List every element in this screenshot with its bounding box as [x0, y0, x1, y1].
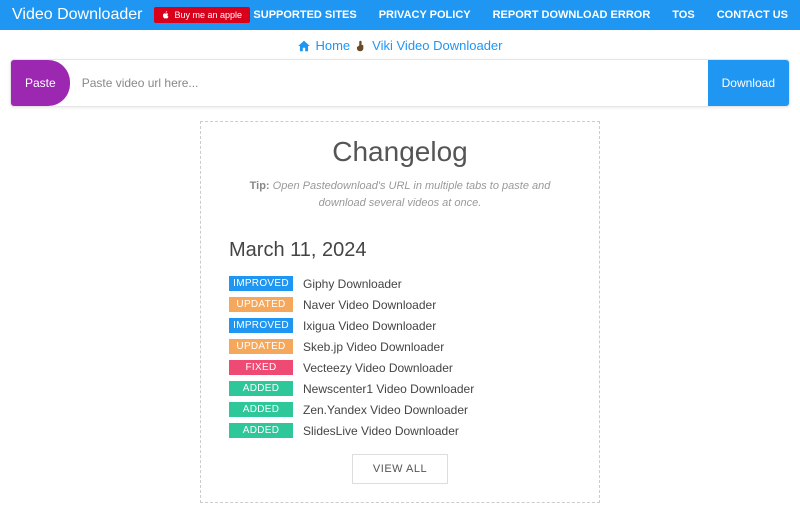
breadcrumb-home[interactable]: Home [315, 38, 350, 53]
buy-me-apple-label: Buy me an apple [174, 10, 242, 20]
nav-privacy-policy[interactable]: PRIVACY POLICY [379, 9, 471, 21]
changelog-badge: ADDED [229, 381, 293, 396]
download-button[interactable]: Download [708, 60, 789, 106]
changelog-item-label[interactable]: Naver Video Downloader [303, 298, 436, 312]
changelog-item: UPDATED Naver Video Downloader [229, 297, 571, 312]
changelog-badge: ADDED [229, 423, 293, 438]
changelog-item-label[interactable]: SlidesLive Video Downloader [303, 424, 459, 438]
changelog-badge: UPDATED [229, 297, 293, 312]
breadcrumb: Home Viki Video Downloader [0, 30, 800, 59]
changelog-panel: Changelog Tip: Open Pastedownload's URL … [200, 121, 600, 503]
changelog-date: March 11, 2024 [229, 239, 571, 262]
top-nav: Video Downloader Buy me an apple SUPPORT… [0, 0, 800, 30]
changelog-item-label[interactable]: Vecteezy Video Downloader [303, 361, 453, 375]
changelog-item-label[interactable]: Skeb.jp Video Downloader [303, 340, 444, 354]
nav-tos[interactable]: TOS [672, 9, 694, 21]
url-bar: Paste Download [10, 59, 790, 107]
changelog-item-label[interactable]: Newscenter1 Video Downloader [303, 382, 474, 396]
changelog-badge: UPDATED [229, 339, 293, 354]
changelog-item: ADDED Zen.Yandex Video Downloader [229, 402, 571, 417]
nav-report-error[interactable]: REPORT DOWNLOAD ERROR [493, 9, 651, 21]
paste-button[interactable]: Paste [11, 60, 70, 106]
apple-icon [162, 11, 170, 19]
nav-contact-us[interactable]: CONTACT US [717, 9, 788, 21]
changelog-item-label[interactable]: Ixigua Video Downloader [303, 319, 436, 333]
changelog-item-label[interactable]: Giphy Downloader [303, 277, 402, 291]
changelog-badge: IMPROVED [229, 276, 293, 291]
changelog-badge: IMPROVED [229, 318, 293, 333]
buy-me-apple-button[interactable]: Buy me an apple [154, 7, 250, 23]
nav-supported-sites[interactable]: SUPPORTED SITES [253, 9, 356, 21]
changelog-badge: FIXED [229, 360, 293, 375]
changelog-item: UPDATED Skeb.jp Video Downloader [229, 339, 571, 354]
changelog-title: Changelog [229, 136, 571, 168]
changelog-item: ADDED Newscenter1 Video Downloader [229, 381, 571, 396]
changelog-badge: ADDED [229, 402, 293, 417]
changelog-container: Changelog Tip: Open Pastedownload's URL … [0, 117, 800, 513]
changelog-item: FIXED Vecteezy Video Downloader [229, 360, 571, 375]
tip-label: Tip: [250, 180, 270, 192]
brand-title: Video Downloader [12, 6, 142, 24]
view-all-button[interactable]: VIEW ALL [352, 454, 448, 484]
changelog-item-label[interactable]: Zen.Yandex Video Downloader [303, 403, 468, 417]
tip-text: Open Pastedownload's URL in multiple tab… [273, 180, 551, 209]
breadcrumb-current[interactable]: Viki Video Downloader [372, 38, 502, 53]
home-icon [297, 39, 311, 53]
nav-links: SUPPORTED SITES PRIVACY POLICY REPORT DO… [253, 9, 788, 21]
changelog-tip: Tip: Open Pastedownload's URL in multipl… [229, 178, 571, 211]
video-url-input[interactable] [70, 76, 708, 90]
changelog-item: ADDED SlidesLive Video Downloader [229, 423, 571, 438]
changelog-item: IMPROVED Giphy Downloader [229, 276, 571, 291]
changelog-item: IMPROVED Ixigua Video Downloader [229, 318, 571, 333]
changelog-items: IMPROVED Giphy Downloader UPDATED Naver Vid… [229, 276, 571, 438]
url-bar-container: Paste Download [0, 59, 800, 117]
pointer-icon [354, 39, 368, 53]
